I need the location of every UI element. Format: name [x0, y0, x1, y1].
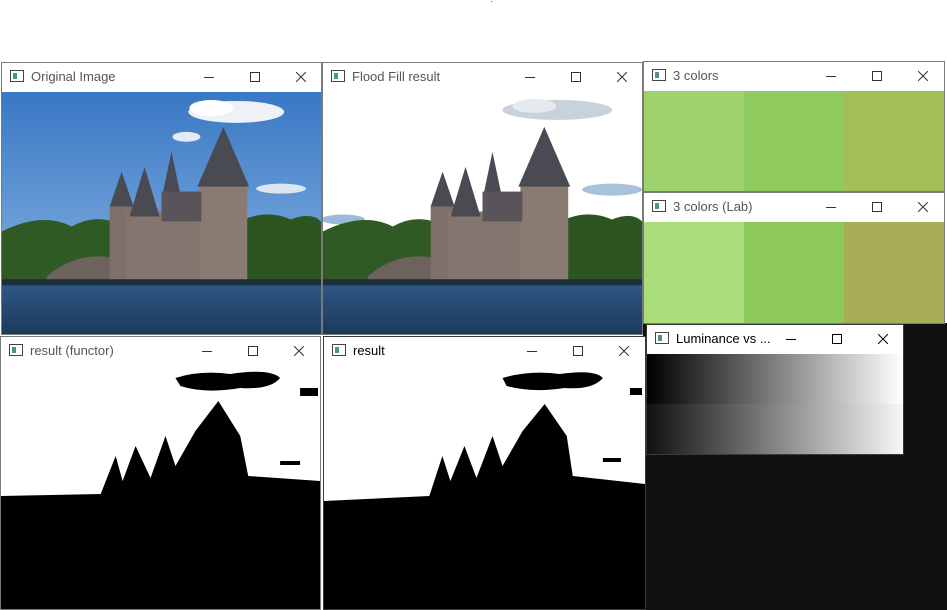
color-swatch	[844, 222, 944, 323]
opencv-window-icon	[9, 344, 23, 356]
window-flood-fill[interactable]: Flood Fill result	[322, 62, 643, 335]
close-icon	[878, 334, 888, 344]
binary-mask-canvas	[1, 366, 320, 609]
luminance-gradient-canvas	[647, 354, 903, 454]
color-swatch	[644, 91, 744, 191]
minimize-button[interactable]	[768, 325, 814, 353]
color-swatches	[644, 222, 944, 323]
maximize-icon	[872, 202, 882, 212]
opencv-window-icon	[655, 332, 669, 344]
close-icon	[617, 72, 627, 82]
original-image-canvas	[2, 92, 321, 334]
color-swatch	[744, 91, 844, 191]
window-original-image[interactable]: Original Image	[1, 62, 322, 335]
minimize-button[interactable]	[184, 337, 230, 365]
close-button[interactable]	[276, 337, 320, 365]
window-titlebar[interactable]: result	[324, 337, 645, 365]
window-titlebar[interactable]: 3 colors	[644, 62, 944, 90]
color-swatch	[744, 222, 844, 323]
flood-fill-canvas	[323, 92, 642, 334]
minimize-icon	[826, 76, 836, 77]
window-title: result	[353, 343, 385, 358]
minimize-button[interactable]	[808, 62, 854, 90]
maximize-button[interactable]	[854, 193, 900, 221]
maximize-icon	[571, 72, 581, 82]
maximize-button[interactable]	[555, 337, 601, 365]
maximize-icon	[250, 72, 260, 82]
opencv-window-icon	[652, 69, 666, 81]
window-title: 3 colors (Lab)	[673, 199, 753, 214]
color-swatches	[644, 91, 944, 191]
window-title: Luminance vs ...	[676, 331, 771, 346]
opencv-window-icon	[652, 200, 666, 212]
window-result-functor[interactable]: result (functor)	[0, 336, 321, 610]
color-swatch	[844, 91, 944, 191]
opencv-window-icon	[331, 70, 345, 82]
maximize-icon	[573, 346, 583, 356]
window-title: Flood Fill result	[352, 69, 441, 84]
close-icon	[294, 346, 304, 356]
window-result[interactable]: result	[323, 336, 646, 610]
maximize-button[interactable]	[553, 63, 599, 91]
minimize-icon	[204, 77, 214, 78]
maximize-button[interactable]	[814, 325, 860, 353]
minimize-icon	[826, 207, 836, 208]
window-3-colors[interactable]: 3 colors	[643, 61, 945, 192]
opencv-window-icon	[10, 70, 24, 82]
close-button[interactable]	[860, 325, 903, 353]
window-title: Original Image	[31, 69, 116, 84]
close-icon	[918, 202, 928, 212]
close-button[interactable]	[601, 337, 645, 365]
close-icon	[296, 72, 306, 82]
maximize-button[interactable]	[854, 62, 900, 90]
minimize-icon	[525, 77, 535, 78]
window-titlebar[interactable]: Luminance vs ...	[647, 325, 903, 353]
opencv-window-icon	[332, 344, 346, 356]
close-button[interactable]	[900, 193, 944, 221]
close-button[interactable]	[900, 62, 944, 90]
binary-mask-canvas	[324, 366, 645, 609]
window-title: 3 colors	[673, 68, 719, 83]
maximize-button[interactable]	[232, 63, 278, 91]
maximize-icon	[832, 334, 842, 344]
window-titlebar[interactable]: Original Image	[2, 63, 321, 91]
maximize-button[interactable]	[230, 337, 276, 365]
window-3-colors-lab[interactable]: 3 colors (Lab)	[643, 192, 945, 324]
minimize-button[interactable]	[507, 63, 553, 91]
close-icon	[918, 71, 928, 81]
minimize-icon	[202, 351, 212, 352]
cursor-dot	[491, 1, 492, 2]
window-titlebar[interactable]: result (functor)	[1, 337, 320, 365]
minimize-button[interactable]	[186, 63, 232, 91]
window-luminance[interactable]: Luminance vs ...	[646, 324, 904, 455]
window-title: result (functor)	[30, 343, 114, 358]
maximize-icon	[872, 71, 882, 81]
close-button[interactable]	[278, 63, 321, 91]
color-swatch	[644, 222, 744, 323]
minimize-button[interactable]	[808, 193, 854, 221]
minimize-button[interactable]	[509, 337, 555, 365]
minimize-icon	[786, 339, 796, 340]
close-icon	[619, 346, 629, 356]
minimize-icon	[527, 351, 537, 352]
close-button[interactable]	[599, 63, 642, 91]
window-titlebar[interactable]: 3 colors (Lab)	[644, 193, 944, 221]
window-titlebar[interactable]: Flood Fill result	[323, 63, 642, 91]
maximize-icon	[248, 346, 258, 356]
